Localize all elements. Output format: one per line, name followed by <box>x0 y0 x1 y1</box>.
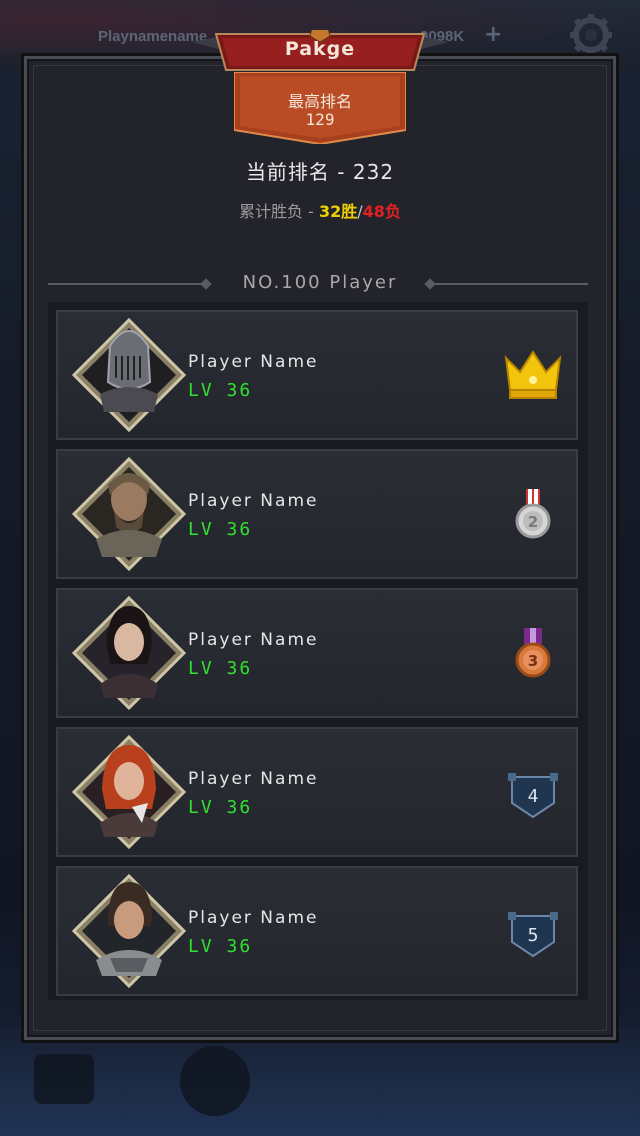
svg-text:3: 3 <box>528 652 538 670</box>
list-header: NO.100 Player <box>242 272 398 293</box>
player-avatar <box>71 873 187 989</box>
leaderboard-row[interactable]: Player Name LV 36 4 <box>56 727 578 857</box>
wins-count: 32胜 <box>319 202 358 221</box>
player-level: LV 36 <box>188 519 253 540</box>
player-level: LV 36 <box>188 658 253 679</box>
silver-medal-icon: 2 <box>515 489 551 539</box>
rank-number: 5 <box>528 925 539 946</box>
rank-shield-icon: 5 <box>508 912 558 958</box>
player-level: LV 36 <box>188 380 253 401</box>
win-loss-record: 累计胜负 - 32胜/48负 <box>0 198 640 222</box>
player-avatar <box>71 595 187 711</box>
leaderboard-row[interactable]: Player Name LV 36 2 <box>56 449 578 579</box>
leaderboard-list[interactable]: Player Name LV 36 Player Name LV 36 2 Pl… <box>48 302 588 1000</box>
record-label: 累计胜负 - <box>239 202 319 221</box>
leaderboard-row[interactable]: Player Name LV 36 5 <box>56 866 578 996</box>
add-currency-button[interactable]: + <box>484 22 502 47</box>
bronze-medal-icon: 3 <box>515 628 551 678</box>
rank-number: 4 <box>528 786 539 807</box>
player-name: Player Name <box>188 908 319 928</box>
player-name: Player Name <box>188 630 319 650</box>
svg-text:2: 2 <box>528 513 538 531</box>
topbar-player-name: Playnamename <box>98 28 208 45</box>
player-name: Player Name <box>188 352 319 372</box>
current-rank: 当前排名 - 232 <box>245 160 395 184</box>
leaderboard-row[interactable]: Player Name LV 36 3 <box>56 588 578 718</box>
rank-shield-icon: 4 <box>508 773 558 819</box>
crown-icon <box>504 350 562 399</box>
page-title: Pakge <box>284 38 356 60</box>
player-name: Player Name <box>188 769 319 789</box>
leaderboard-row[interactable]: Player Name LV 36 <box>56 310 578 440</box>
background-bottom <box>0 1026 640 1136</box>
player-avatar <box>71 734 187 850</box>
player-level: LV 36 <box>188 936 253 957</box>
player-name: Player Name <box>188 491 319 511</box>
gear-icon[interactable] <box>566 12 616 58</box>
best-rank-value: 129 <box>305 110 335 129</box>
losses-count: 48负 <box>362 202 401 221</box>
player-avatar <box>71 456 187 572</box>
player-level: LV 36 <box>188 797 253 818</box>
best-rank-label: 最高排名 <box>287 92 352 111</box>
player-avatar <box>71 317 187 433</box>
